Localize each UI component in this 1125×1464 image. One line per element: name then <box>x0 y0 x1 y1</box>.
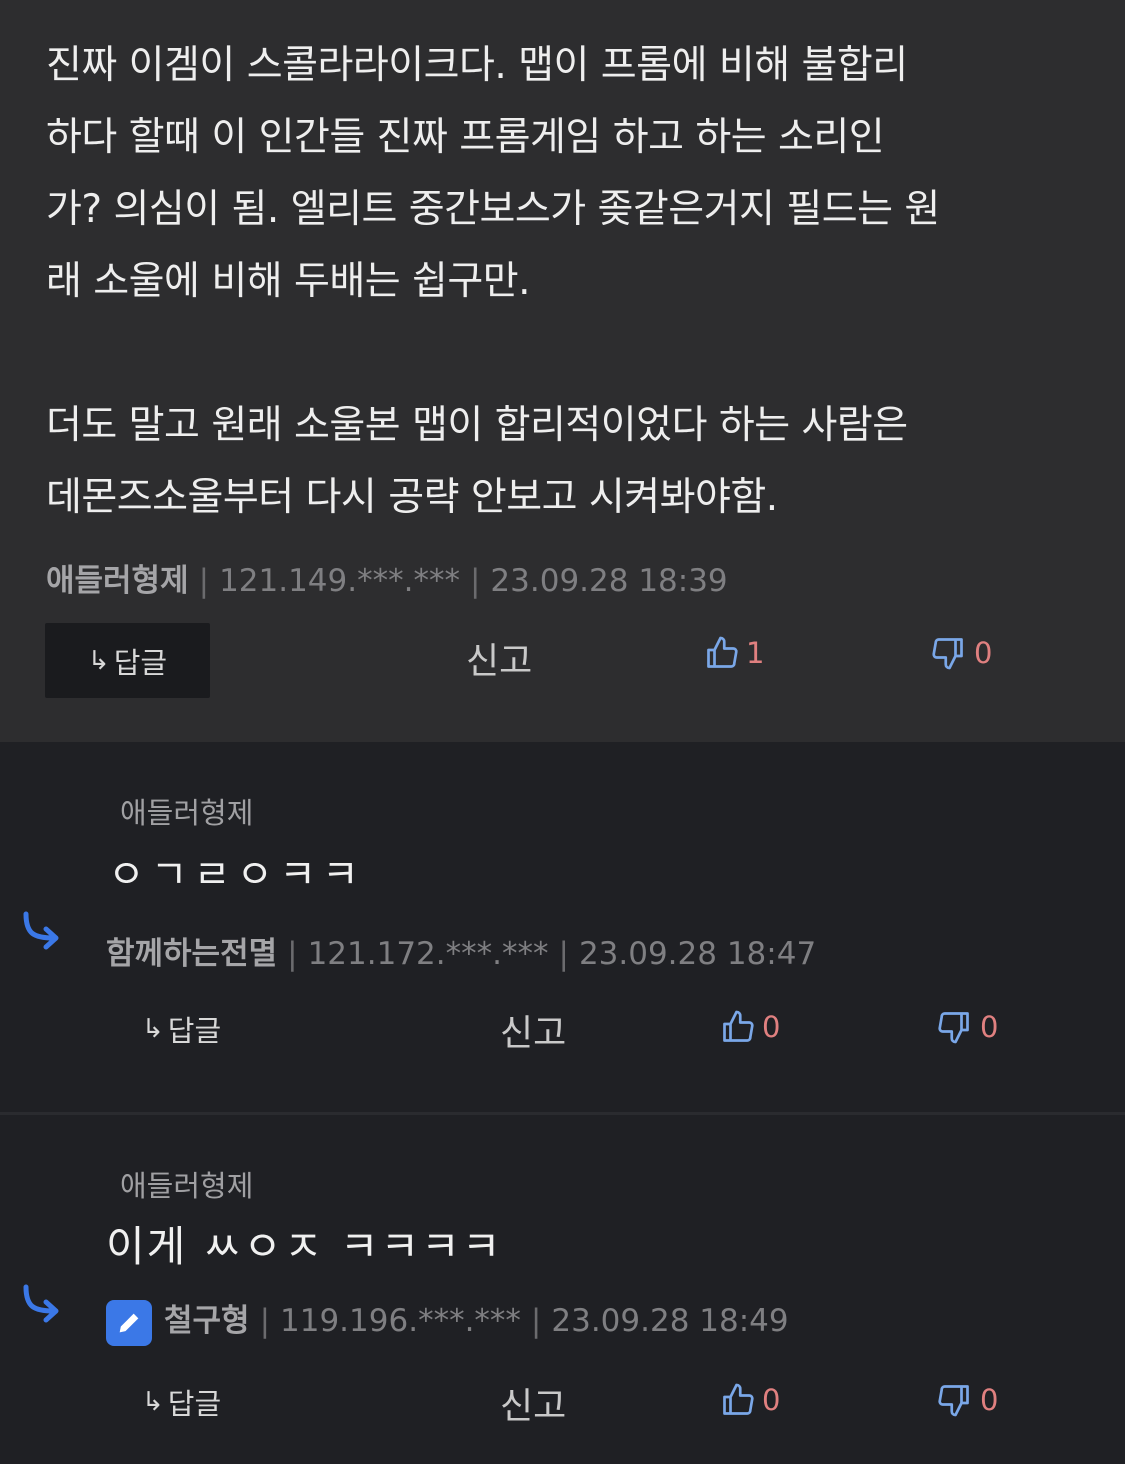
reply-ip: 119.196.***.*** <box>280 1303 521 1339</box>
main-comment: 진짜 이겜이 스콜라라이크다. 맵이 프롬에 비해 불합리 하다 할때 이 인간… <box>0 0 1125 742</box>
reply-indent-icon <box>23 1284 59 1323</box>
thumbs-down-icon <box>932 638 963 670</box>
like-button[interactable]: 0 <box>720 1008 780 1046</box>
dislike-count: 0 <box>980 1010 999 1044</box>
thumbs-up-icon <box>723 1010 754 1042</box>
report-button[interactable]: 신고 <box>500 1377 566 1429</box>
reply-author[interactable]: 철구형 <box>164 1303 250 1339</box>
thumbs-up-icon <box>707 636 738 668</box>
meta-separator: | <box>530 1303 542 1339</box>
report-button[interactable]: 신고 <box>466 632 532 684</box>
thumbs-down-icon <box>938 1012 969 1044</box>
comment-author[interactable]: 애들러형제 <box>46 563 189 599</box>
dislike-count: 0 <box>974 636 993 670</box>
reply-button-label: 답글 <box>167 1014 222 1048</box>
reply-button[interactable]: ↳ 답글 <box>45 623 210 698</box>
meta-separator: | <box>198 563 210 599</box>
reply-button-label: 답글 <box>167 1387 222 1421</box>
like-count: 1 <box>746 636 765 670</box>
meta-separator: | <box>558 936 569 972</box>
reply-arrow-icon: ↳ <box>142 1014 164 1044</box>
reply-comment: 애들러형제 이게 ㅆㅇㅈ ㅋㅋㅋㅋ 철구형 | 119.196.***.*** | 23… <box>0 1115 1125 1464</box>
reply-author[interactable]: 함께하는전멸 <box>106 936 277 972</box>
thumbs-up-icon <box>723 1383 754 1415</box>
report-button[interactable]: 신고 <box>500 1004 566 1056</box>
reply-meta: 함께하는전멸 | 121.172.***.*** | 23.09.28 18:47 <box>106 928 816 973</box>
comment-time: 23.09.28 18:39 <box>490 563 728 599</box>
comment-ip: 121.149.***.*** <box>219 563 460 599</box>
reply-arrow-icon: ↳ <box>87 645 110 676</box>
comment-meta: 애들러형제 | 121.149.***.*** | 23.09.28 18:39 <box>46 555 728 600</box>
dislike-button[interactable]: 0 <box>936 1381 998 1419</box>
reply-button[interactable]: ↳ 답글 <box>142 1381 221 1423</box>
reply-button-label: 답글 <box>113 645 168 680</box>
thumbs-down-icon <box>938 1385 969 1417</box>
reply-ip: 121.172.***.*** <box>307 936 549 972</box>
reply-target: 애들러형제 <box>120 1169 254 1203</box>
reply-time: 23.09.28 18:47 <box>578 936 817 972</box>
reply-comment: 애들러형제 ㅇㄱㄹㅇㅋㅋ 함께하는전멸 | 121.172.***.*** | 23.0… <box>0 742 1125 1112</box>
like-button[interactable]: 0 <box>720 1381 780 1419</box>
dislike-button[interactable]: 0 <box>930 634 992 672</box>
pencil-icon <box>106 1299 152 1346</box>
reply-text: 이게 ㅆㅇㅈ ㅋㅋㅋㅋ <box>106 1222 503 1271</box>
meta-separator: | <box>259 1303 271 1339</box>
comment-text: 진짜 이겜이 스콜라라이크다. 맵이 프롬에 비해 불합리 하다 할때 이 인간… <box>46 43 940 520</box>
meta-separator: | <box>287 936 298 972</box>
meta-separator: | <box>469 563 481 599</box>
reply-indent-icon <box>23 911 59 950</box>
dislike-button[interactable]: 0 <box>936 1008 998 1046</box>
dislike-count: 0 <box>980 1383 999 1417</box>
reply-button[interactable]: ↳ 답글 <box>142 1008 221 1050</box>
like-button[interactable]: 1 <box>704 634 764 672</box>
like-count: 0 <box>762 1383 781 1417</box>
reply-text: ㅇㄱㄹㅇㅋㅋ <box>108 852 365 898</box>
like-count: 0 <box>762 1010 781 1044</box>
reply-time: 23.09.28 18:49 <box>551 1303 789 1339</box>
reply-target: 애들러형제 <box>120 796 254 830</box>
reply-arrow-icon: ↳ <box>142 1387 164 1417</box>
reply-meta: 철구형 | 119.196.***.*** | 23.09.28 18:49 <box>106 1295 789 1346</box>
